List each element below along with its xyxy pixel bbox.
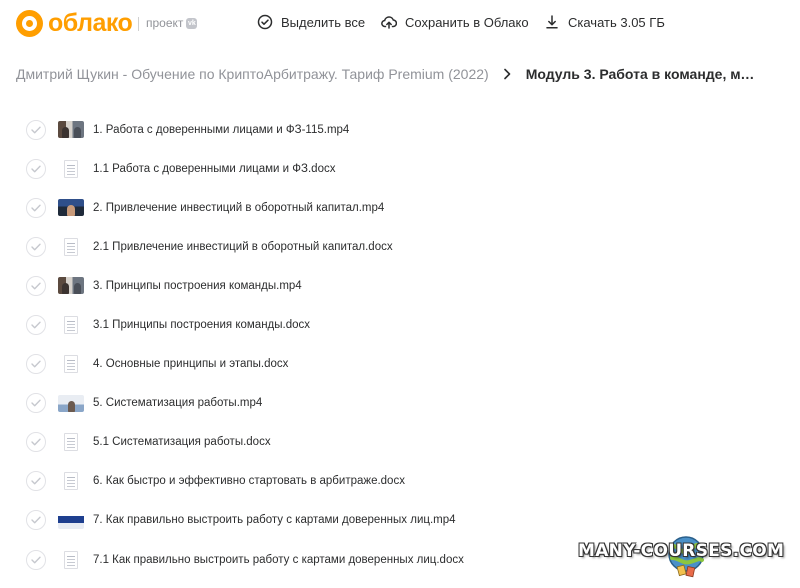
list-item[interactable]: 1. Работа с доверенными лицами и ФЗ-115.… — [26, 110, 786, 149]
video-thumbnail — [58, 199, 84, 217]
header: облако проект vk Выделить все Сохранить … — [0, 0, 800, 48]
vk-badge-icon: vk — [186, 17, 198, 29]
check-circle-icon — [257, 14, 273, 30]
breadcrumb-current: Модуль 3. Работа в команде, масш... — [525, 66, 758, 82]
row-checkbox[interactable] — [26, 119, 46, 140]
check-icon — [31, 438, 41, 446]
list-item[interactable]: 6. Как быстро и эффективно стартовать в … — [26, 462, 786, 501]
document-icon — [58, 355, 84, 374]
project-text: проект — [146, 16, 184, 30]
file-name: 5. Систематизация работы.mp4 — [93, 397, 263, 410]
check-icon — [31, 517, 41, 524]
file-name: 1. Работа с доверенными лицами и ФЗ-115.… — [93, 123, 350, 136]
list-item[interactable]: 1.1 Работа с доверенными лицами и ФЗ.doc… — [26, 149, 786, 188]
chevron-right-icon — [503, 68, 512, 80]
breadcrumb-parent[interactable]: Дмитрий Щукин - Обучение по КриптоАрбитр… — [16, 66, 489, 82]
document-icon — [58, 433, 84, 452]
save-label: Сохранить в Облако — [405, 14, 529, 30]
check-icon — [31, 321, 41, 329]
list-item[interactable]: 5.1 Систематизация работы.docx — [26, 423, 786, 462]
list-item[interactable]: 3. Принципы построения команды.mp4 — [26, 266, 786, 305]
check-icon — [31, 556, 41, 563]
logo-text: облако — [48, 9, 133, 37]
file-name: 4. Основные принципы и этапы.docx — [93, 358, 289, 371]
document-icon — [58, 237, 84, 256]
file-name: 3.1 Принципы построения команды.docx — [93, 319, 311, 332]
row-checkbox[interactable] — [26, 510, 46, 531]
row-checkbox[interactable] — [26, 275, 46, 296]
list-item[interactable]: 3.1 Принципы построения команды.docx — [26, 305, 786, 344]
check-icon — [31, 165, 41, 173]
row-checkbox[interactable] — [26, 236, 46, 257]
check-icon — [31, 126, 41, 133]
file-name: 1.1 Работа с доверенными лицами и ФЗ.doc… — [93, 162, 336, 175]
file-name: 2. Привлечение инвестиций в оборотный ка… — [93, 201, 385, 214]
file-name: 6. Как быстро и эффективно стартовать в … — [93, 475, 405, 488]
document-icon — [58, 159, 84, 178]
project-label: проект vk — [146, 16, 198, 30]
video-thumbnail — [58, 277, 84, 295]
list-item[interactable]: 2.1 Привлечение инвестиций в оборотный к… — [26, 227, 786, 266]
row-checkbox[interactable] — [26, 432, 46, 453]
file-name: 2.1 Привлечение инвестиций в оборотный к… — [93, 240, 393, 253]
divider — [138, 17, 139, 31]
check-icon — [31, 399, 41, 407]
file-name: 7. Как правильно выстроить работу с карт… — [93, 514, 456, 527]
document-icon — [58, 316, 84, 335]
breadcrumb: Дмитрий Щукин - Обучение по КриптоАрбитр… — [16, 64, 786, 84]
row-checkbox[interactable] — [26, 315, 46, 336]
row-checkbox[interactable] — [26, 471, 46, 492]
video-thumbnail — [58, 121, 84, 139]
cloud-upload-icon — [381, 16, 397, 29]
check-icon — [31, 282, 41, 290]
list-item[interactable]: 2. Привлечение инвестиций в оборотный ка… — [26, 188, 786, 227]
download-label: Скачать 3.05 ГБ — [568, 14, 665, 30]
document-icon — [58, 472, 84, 491]
download-icon — [546, 15, 558, 29]
select-all-button[interactable]: Выделить все — [257, 14, 365, 30]
row-checkbox[interactable] — [26, 549, 46, 570]
check-icon — [31, 360, 41, 368]
watermark-text: MANY-COURSES.COM — [578, 541, 785, 561]
file-list: 1. Работа с доверенными лицами и ФЗ-115.… — [26, 110, 786, 579]
row-checkbox[interactable] — [26, 354, 46, 375]
list-item[interactable]: 5. Систематизация работы.mp4 — [26, 384, 786, 423]
document-icon — [58, 550, 84, 569]
save-to-cloud-button[interactable]: Сохранить в Облако — [381, 14, 529, 30]
file-name: 3. Принципы построения команды.mp4 — [93, 279, 302, 292]
check-icon — [31, 477, 41, 485]
list-item[interactable]: 4. Основные принципы и этапы.docx — [26, 345, 786, 384]
check-icon — [31, 243, 41, 251]
file-name: 7.1 Как правильно выстроить работу с кар… — [93, 553, 464, 566]
file-name: 5.1 Систематизация работы.docx — [93, 436, 271, 449]
watermark: MANY-COURSES.COM — [574, 532, 796, 580]
row-checkbox[interactable] — [26, 158, 46, 179]
video-thumbnail — [58, 511, 84, 529]
row-checkbox[interactable] — [26, 393, 46, 414]
download-button[interactable]: Скачать 3.05 ГБ — [544, 14, 665, 30]
row-checkbox[interactable] — [26, 197, 46, 218]
at-sign-icon — [16, 10, 43, 37]
check-icon — [31, 204, 41, 212]
select-all-label: Выделить все — [281, 14, 366, 30]
logo[interactable]: облако — [16, 9, 133, 37]
video-thumbnail — [58, 394, 84, 412]
